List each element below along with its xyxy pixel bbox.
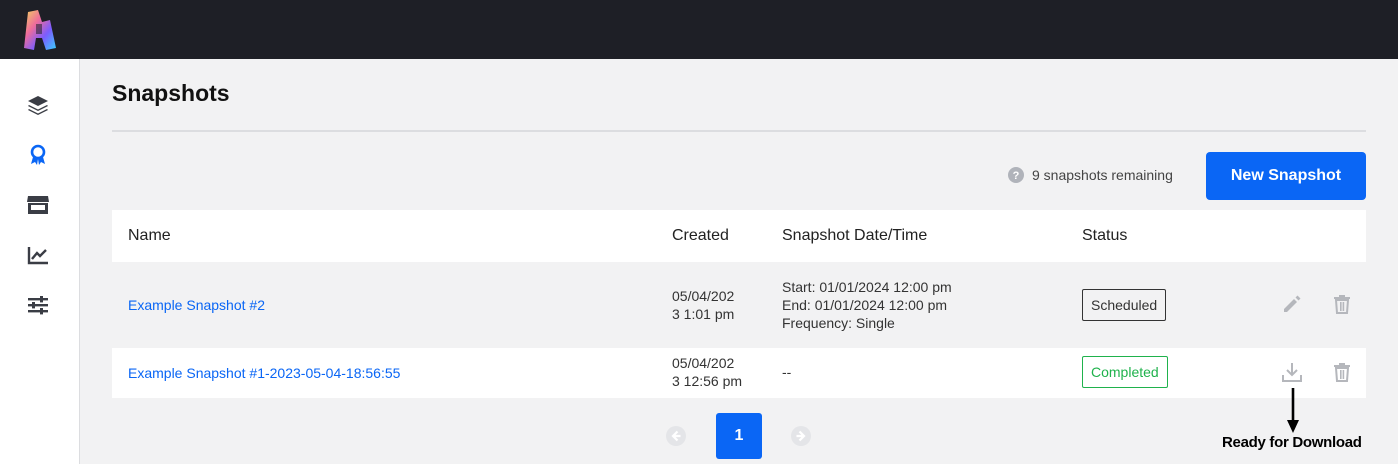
header-datetime[interactable]: Snapshot Date/Time xyxy=(782,227,927,245)
snapshots-remaining: ? 9 snapshots remaining xyxy=(1008,167,1173,183)
sidebar-item-store[interactable] xyxy=(24,191,52,219)
frequency-text: Frequency: Single xyxy=(782,315,895,331)
pagination: 1 xyxy=(665,413,825,459)
store-icon xyxy=(27,196,49,214)
sidebar-item-layers[interactable] xyxy=(24,91,52,119)
annotation-label: Ready for Download xyxy=(1222,434,1362,451)
svg-text:?: ? xyxy=(1013,170,1020,182)
header-name[interactable]: Name xyxy=(128,227,171,245)
snapshot-name-link[interactable]: Example Snapshot #1-2023-05-04-18:56:55 xyxy=(128,364,400,382)
sliders-icon xyxy=(28,296,48,315)
table-row: Example Snapshot #1-2023-05-04-18:56:55 … xyxy=(112,348,1366,398)
sidebar xyxy=(0,59,80,464)
next-page-icon[interactable] xyxy=(790,425,812,447)
page-title: Snapshots xyxy=(112,80,230,106)
snapshot-name-link[interactable]: Example Snapshot #2 xyxy=(128,296,265,314)
delete-icon[interactable] xyxy=(1331,361,1353,383)
sidebar-item-settings[interactable] xyxy=(24,291,52,319)
created-date: 05/04/202 xyxy=(672,288,735,304)
table-row: Example Snapshot #2 05/04/202 3 1:01 pm … xyxy=(112,262,1366,348)
end-text: End: 01/01/2024 12:00 pm xyxy=(782,297,948,313)
status-badge: Scheduled xyxy=(1082,289,1167,321)
annotation-arrow-icon xyxy=(1287,388,1299,433)
created-time: 3 1:01 pm xyxy=(672,306,735,322)
remaining-label: 9 snapshots remaining xyxy=(1032,167,1173,183)
datetime-cell: Start: 01/01/2024 12:00 pm End: 01/01/20… xyxy=(782,278,952,332)
main-content: Snapshots ? 9 snapshots remaining New Sn… xyxy=(80,59,1398,464)
download-icon[interactable] xyxy=(1281,361,1303,383)
top-bar xyxy=(0,0,1398,59)
layers-icon xyxy=(28,96,48,115)
sidebar-item-badge[interactable] xyxy=(24,141,52,169)
created-date: 05/04/202 xyxy=(672,355,735,371)
title-divider xyxy=(112,130,1366,132)
table-header: Name Created Snapshot Date/Time Status xyxy=(112,210,1366,262)
snapshots-table: Name Created Snapshot Date/Time Status E… xyxy=(112,210,1366,398)
created-cell: 05/04/202 3 1:01 pm xyxy=(672,287,734,323)
start-text: Start: 01/01/2024 12:00 pm xyxy=(782,279,952,295)
datetime-cell: -- xyxy=(782,364,792,380)
badge-icon xyxy=(30,144,46,165)
page-number-button[interactable]: 1 xyxy=(716,413,762,459)
help-icon[interactable]: ? xyxy=(1008,167,1024,183)
app-logo[interactable] xyxy=(22,8,58,52)
header-created[interactable]: Created xyxy=(672,227,729,245)
edit-icon[interactable] xyxy=(1281,293,1303,315)
header-status[interactable]: Status xyxy=(1082,227,1127,245)
delete-icon[interactable] xyxy=(1331,293,1353,315)
scrollbar[interactable] xyxy=(1384,59,1398,464)
created-cell: 05/04/202 3 12:56 pm xyxy=(672,354,742,390)
status-badge: Completed xyxy=(1082,356,1168,388)
prev-page-icon[interactable] xyxy=(665,425,687,447)
new-snapshot-button[interactable]: New Snapshot xyxy=(1206,152,1366,200)
sidebar-item-analytics[interactable] xyxy=(24,241,52,269)
created-time: 3 12:56 pm xyxy=(672,373,743,389)
chart-icon xyxy=(27,247,48,265)
